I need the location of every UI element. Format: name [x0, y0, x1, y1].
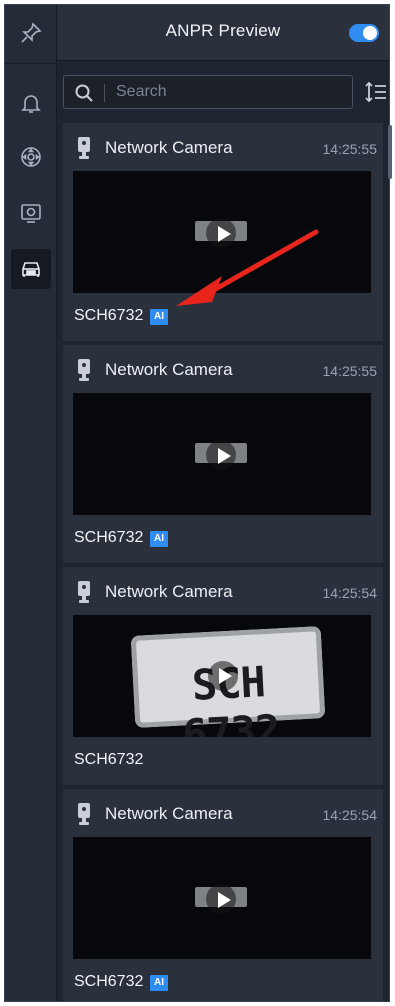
camera-name: Network Camera — [105, 360, 233, 379]
camera-icon — [78, 137, 90, 159]
capture-time: 14:25:55 — [322, 363, 378, 379]
monitor-icon — [21, 204, 41, 223]
panel-header: ANPR Preview — [57, 5, 389, 61]
video-preview[interactable] — [73, 393, 371, 515]
camera-name: Network Camera — [105, 582, 233, 601]
ai-badge: AI — [150, 975, 168, 991]
camera-icon — [78, 803, 90, 825]
plate-number: SCH6732 — [74, 751, 144, 768]
video-preview[interactable] — [73, 837, 371, 959]
capture-card[interactable]: Network Camera 14:25:54 SCH6732 AI — [63, 789, 383, 1001]
play-icon[interactable] — [219, 668, 232, 684]
video-preview[interactable] — [73, 171, 371, 293]
play-icon[interactable] — [218, 892, 231, 908]
capture-time: 14:25:54 — [322, 585, 378, 601]
search-box — [63, 75, 353, 109]
anpr-button[interactable] — [11, 249, 51, 289]
anpr-window: ANPR Preview Network Camera 14:25:55 — [4, 4, 392, 1002]
capture-time: 14:25:54 — [322, 807, 378, 823]
left-rail — [5, 5, 57, 1001]
pin-icon — [21, 22, 42, 43]
plate-number: SCH6732 — [74, 307, 144, 324]
camera-icon — [78, 359, 90, 381]
bell-icon — [21, 95, 41, 113]
capture-card[interactable]: Network Camera 14:25:55 SCH6732 AI — [63, 123, 383, 341]
camera-icon — [78, 581, 90, 603]
video-preview[interactable]: SCH 6732 — [73, 615, 371, 737]
live-view-button[interactable] — [11, 193, 51, 233]
ptz-button[interactable] — [11, 137, 51, 177]
capture-list: Network Camera 14:25:55 SCH6732 AI Netwo… — [63, 123, 383, 1001]
sort-icon[interactable] — [363, 79, 389, 105]
preview-panel: ANPR Preview Network Camera 14:25:55 — [57, 5, 392, 1001]
camera-name: Network Camera — [105, 804, 233, 823]
list-scrollbar[interactable] — [388, 125, 392, 179]
ai-badge: AI — [150, 531, 168, 547]
pin-button[interactable] — [11, 13, 51, 53]
capture-card[interactable]: Network Camera 14:25:55 SCH6732 AI — [63, 345, 383, 563]
search-icon — [75, 84, 93, 102]
ai-badge: AI — [150, 309, 168, 325]
plate-number: SCH6732 — [74, 529, 144, 546]
rail-divider — [5, 63, 57, 64]
panel-title: ANPR Preview — [165, 21, 281, 40]
search-input[interactable] — [116, 76, 346, 108]
alarm-button[interactable] — [11, 83, 51, 123]
camera-name: Network Camera — [105, 138, 233, 157]
preview-toggle[interactable] — [349, 24, 379, 42]
play-icon[interactable] — [218, 448, 231, 464]
ptz-icon — [21, 147, 41, 167]
search-divider — [104, 84, 105, 102]
capture-card[interactable]: Network Camera 14:25:54 SCH 6732 SCH6732 — [63, 567, 383, 785]
vehicle-icon — [22, 262, 40, 277]
capture-time: 14:25:55 — [322, 141, 378, 157]
plate-number: SCH6732 — [74, 973, 144, 990]
play-icon[interactable] — [218, 226, 231, 242]
